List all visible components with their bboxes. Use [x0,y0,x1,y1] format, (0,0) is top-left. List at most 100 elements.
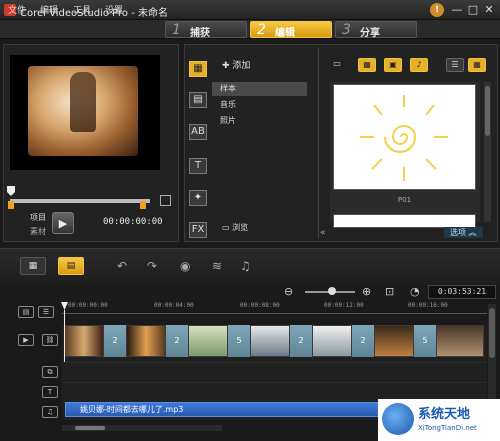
ruler-label: 00:00:12:00 [324,302,364,309]
zoom-in-icon[interactable]: ⊕ [362,285,371,298]
copy-icon[interactable] [160,195,171,206]
folder-item-sample[interactable]: 样本 [212,82,307,96]
step-label: 分享 [360,28,380,39]
tab-capture[interactable]: 1 捕获 [165,21,247,39]
plus-icon: ✚ [222,61,233,71]
auto-music-icon[interactable]: ♫ [240,257,251,275]
chain-icon[interactable]: ⛓ [42,334,58,346]
library-thumbnail[interactable] [333,214,476,228]
chevron-up-icon: ︽ [468,228,477,237]
step-label: 编辑 [275,28,295,39]
show-photos-button[interactable]: ▣ [384,58,402,72]
trim-end-marker[interactable] [140,201,146,209]
play-button[interactable]: ▶ [52,212,74,234]
preview-figure [70,72,96,132]
watermark-logo-icon [382,403,414,435]
library-toolbar: ▭ ▦ ▣ ♪ ☰ ▦ [324,56,494,76]
video-clip[interactable] [374,325,414,357]
step-number: 2 [257,22,266,38]
audio-mixer-icon[interactable]: ≋ [212,257,222,275]
title-track-icon[interactable]: T [42,386,58,398]
maximize-button[interactable]: □ [466,3,480,17]
menu-edit[interactable]: 编辑 [40,3,58,16]
graphic-icon[interactable]: ✦ [189,190,207,206]
ruler-label: 00:00:00:00 [68,302,108,309]
timeline-view-button[interactable]: ▤ [58,257,84,275]
ruler-label: 00:00:04:00 [154,302,194,309]
transition-marker[interactable]: 2 [352,325,374,357]
video-track[interactable]: 2 2 5 2 2 5 [62,325,487,362]
watermark-url: XiTongTianDi.net [418,424,477,432]
library-scroll-thumb[interactable] [485,86,490,136]
video-clip[interactable] [188,325,228,357]
video-clip[interactable] [126,325,166,357]
show-videos-button[interactable]: ▦ [358,58,376,72]
overlay-track-icon[interactable]: ⧉ [42,366,58,378]
fit-project-icon[interactable]: ⊡ [385,285,394,298]
step-number: 3 [342,22,351,38]
track-list-icon[interactable]: ☰ [38,306,54,318]
browse-label: 浏览 [232,223,249,232]
folder-icon[interactable]: ▭ [328,58,346,72]
ruler-label: 00:00:08:00 [240,302,280,309]
transition-marker[interactable]: 5 [414,325,436,357]
list-view-button[interactable]: ☰ [446,58,464,72]
zoom-out-icon[interactable]: ⊖ [284,285,293,298]
folder-item-music[interactable]: 音乐 [212,98,307,112]
clip-mode-label[interactable]: 素材 [30,226,46,237]
track-manager-icon[interactable]: ▤ [18,306,34,318]
redo-icon[interactable]: ↷ [147,257,157,275]
trim-start-marker[interactable] [8,201,14,209]
track-manager[interactable]: ▤ ☰ [4,306,60,330]
audio-clip[interactable]: 姚贝娜-时间都去哪儿了.mp3 [65,402,425,417]
record-capture-icon[interactable]: ◉ [180,257,190,275]
close-button[interactable]: ✕ [482,3,496,17]
add-folder-button[interactable]: ✚ 添加 [222,58,250,71]
collapse-arrow-icon[interactable]: « [320,228,326,238]
timeline-horizontal-scroll-thumb[interactable] [75,426,105,430]
zoom-slider-knob[interactable] [328,287,336,295]
scrubber-track[interactable] [10,199,150,203]
library-thumbnail[interactable] [333,84,476,190]
show-audio-button[interactable]: ♪ [410,58,428,72]
player-timecode[interactable]: 00:00:00:00 [103,217,163,227]
help-button[interactable]: ! [430,3,444,17]
folder-list: 样本 音乐 照片 [212,82,312,212]
tab-share[interactable]: 3 分享 [335,21,417,39]
transition-marker[interactable]: 2 [104,325,126,357]
tab-edit[interactable]: 2 编辑 [250,21,332,39]
project-mode-label[interactable]: 项目 [30,212,46,223]
fx-icon[interactable]: FX [189,222,207,238]
storyboard-view-button[interactable]: ▦ [20,257,46,275]
transition-marker[interactable]: 2 [166,325,188,357]
transition-icon[interactable]: ▤ [189,92,207,108]
transition-marker[interactable]: 2 [290,325,312,357]
overlay-track[interactable] [62,362,487,382]
video-clip[interactable] [436,325,484,357]
menu-settings[interactable]: 设置 [105,3,123,16]
undo-icon[interactable]: ↶ [117,257,127,275]
options-button[interactable]: 选项 ︽ [444,227,483,238]
text-icon[interactable]: T [189,158,207,174]
browse-icon: ▭ [222,223,233,232]
folder-item-photo[interactable]: 照片 [212,114,307,128]
video-clip[interactable] [250,325,290,357]
menu-tools[interactable]: 工具 [73,3,91,16]
title-icon[interactable]: AB [189,124,207,140]
time-ruler[interactable]: 00:00:00:00 00:00:04:00 00:00:08:00 00:0… [62,302,487,314]
video-clip[interactable] [312,325,352,357]
menu-file[interactable]: 文件 [8,3,26,16]
thumbnail-view-button[interactable]: ▦ [468,58,486,72]
video-clip[interactable] [64,325,104,357]
voice-track-header: ♫ [4,404,60,428]
video-track-icon[interactable]: ▶ [18,334,34,346]
transition-marker[interactable]: 5 [228,325,250,357]
browse-button[interactable]: ▭ 浏览 [222,222,248,233]
media-library-icon[interactable]: ▦ [189,61,207,77]
add-label: 添加 [232,61,251,71]
timeline-vertical-scroll-thumb[interactable] [489,308,495,358]
duration-icon: ◔ [410,285,420,298]
music-track-icon[interactable]: ♫ [42,406,58,418]
minimize-button[interactable]: — [450,3,464,17]
timeline-playhead[interactable] [64,310,65,362]
